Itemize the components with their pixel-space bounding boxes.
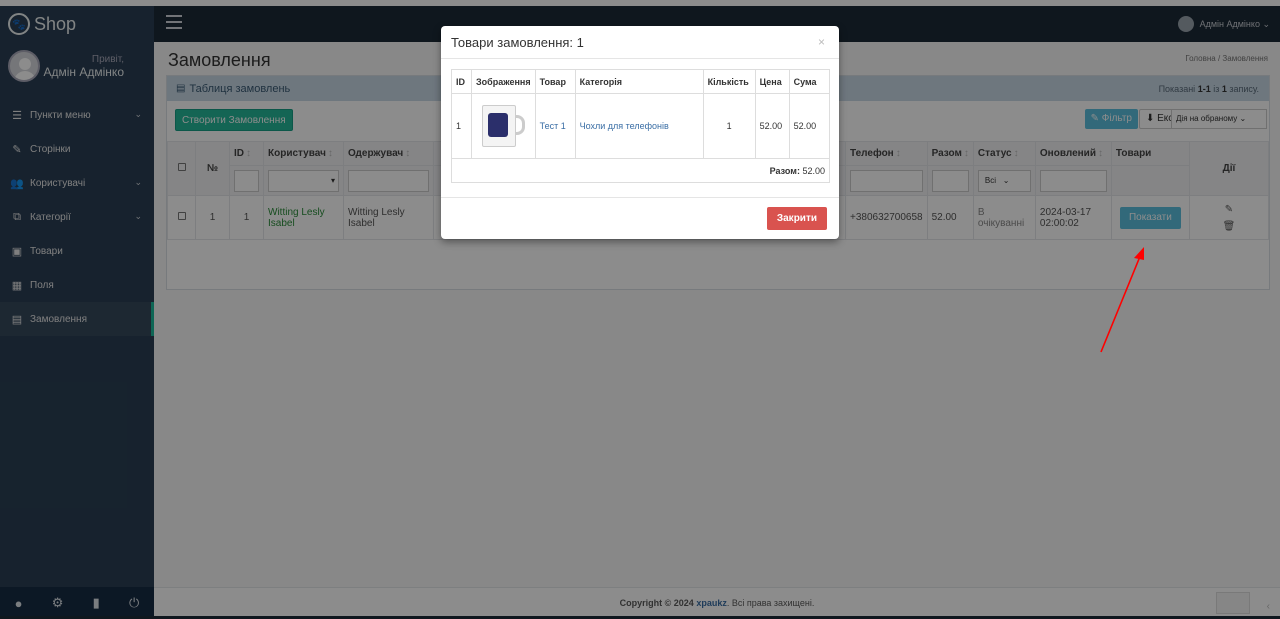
total-row: Разом: 52.00 [451, 158, 830, 183]
page: 🐾 Shop Привіт, Адмін Адмінко ☰ Пункти ме… [0, 0, 1280, 619]
table-row: 1 Тест 1 Чохли для телефонів 1 52.00 52.… [451, 93, 831, 159]
row-sum: 52.00 [788, 93, 831, 159]
col-sum: Сума [788, 69, 831, 94]
col-image: Зображення [471, 69, 536, 94]
col-quantity: Кількість [702, 69, 756, 94]
col-product: Товар [534, 69, 576, 94]
order-products-table: ID Зображення Товар Категорія Кількість … [451, 69, 831, 183]
row-price: 52.00 [754, 93, 790, 159]
category-link[interactable]: Чохли для телефонів [580, 121, 669, 131]
product-image [476, 99, 530, 153]
row-id: 1 [451, 93, 472, 159]
row-quantity: 1 [702, 93, 756, 159]
close-icon[interactable]: × [818, 35, 825, 49]
product-link[interactable]: Тест 1 [540, 121, 566, 131]
col-id: ID [451, 69, 472, 94]
col-category: Категорія [574, 69, 704, 94]
modal-title: Товари замовлення: 1 [441, 26, 839, 59]
col-price: Цена [754, 69, 790, 94]
close-button[interactable]: Закрити [766, 207, 827, 230]
order-products-modal: Товари замовлення: 1 × ID Зображення Тов… [441, 26, 839, 239]
modal-footer: Закрити [441, 197, 839, 239]
order-total: Разом: 52.00 [451, 158, 830, 183]
